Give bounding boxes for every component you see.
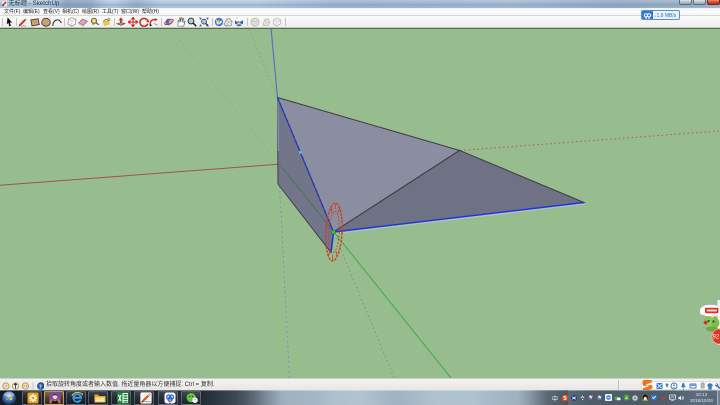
svg-text:92: 92 <box>713 335 720 341</box>
